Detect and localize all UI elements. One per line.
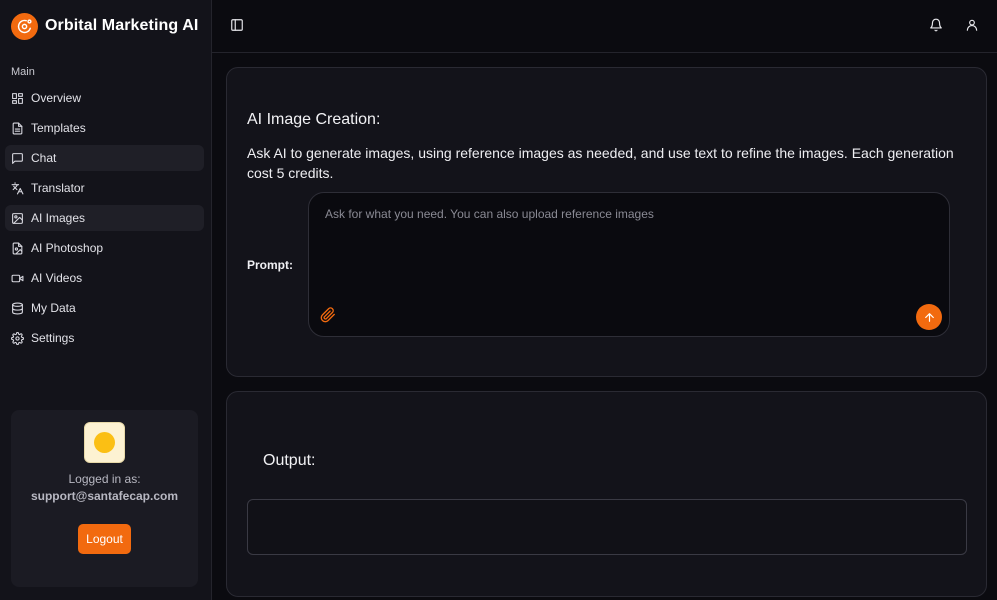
avatar-dot [94, 432, 115, 453]
sidebar-toggle-icon[interactable] [230, 18, 246, 34]
database-icon [11, 302, 24, 315]
topbar [212, 0, 997, 53]
prompt-label: Prompt: [247, 258, 293, 272]
sidebar-item-label: Templates [31, 121, 86, 135]
section-title: AI Image Creation: [247, 111, 381, 128]
sidebar-item-ai-images[interactable]: AI Images [5, 205, 204, 231]
sidebar-item-label: My Data [31, 301, 76, 315]
sidebar-item-templates[interactable]: Templates [5, 115, 204, 141]
brand[interactable]: Orbital Marketing AI [11, 12, 198, 40]
image-icon [11, 212, 24, 225]
sidebar-item-ai-videos[interactable]: AI Videos [5, 265, 204, 291]
grid-icon [11, 92, 24, 105]
sidebar-item-chat[interactable]: Chat [5, 145, 204, 171]
sidebar-item-translator[interactable]: Translator [5, 175, 204, 201]
nav-section-label: Main [11, 66, 35, 78]
brand-name: Orbital Marketing AI [45, 17, 199, 34]
prompt-input[interactable] [325, 207, 925, 297]
bell-icon[interactable] [929, 18, 945, 34]
avatar [84, 422, 125, 463]
sidebar-item-label: Overview [31, 91, 82, 105]
image-file-icon [11, 242, 24, 255]
prompt-box [308, 192, 950, 337]
sidebar-item-ai-photoshop[interactable]: AI Photoshop [5, 235, 204, 261]
send-button[interactable] [916, 304, 942, 330]
user-email: support@santafecap.com [30, 489, 179, 503]
sidebar-item-my-data[interactable]: My Data [5, 295, 204, 321]
document-icon [11, 122, 24, 135]
section-description: Ask AI to generate images, using referen… [247, 145, 954, 181]
sidebar-item-settings[interactable]: Settings [5, 325, 204, 351]
user-card: Logged in as: support@santafecap.com Log… [11, 410, 198, 587]
chat-icon [11, 152, 24, 165]
output-box [247, 499, 967, 555]
output-title: Output: [263, 452, 316, 469]
sidebar: Orbital Marketing AI Main Overview Templ… [0, 0, 212, 600]
sidebar-item-label: AI Images [31, 211, 86, 225]
gear-icon [11, 331, 24, 345]
sidebar-item-label: Settings [31, 331, 75, 345]
video-icon [11, 272, 24, 285]
arrow-up-icon [924, 312, 934, 322]
paperclip-icon[interactable] [320, 307, 338, 325]
sidebar-item-label: Chat [31, 151, 57, 165]
sidebar-item-overview[interactable]: Overview [5, 85, 204, 111]
orbit-logo-icon [11, 12, 38, 40]
user-icon[interactable] [965, 18, 981, 34]
logged-in-label: Logged in as: [68, 472, 141, 486]
image-creation-panel: AI Image Creation: Ask AI to generate im… [226, 67, 987, 377]
sidebar-nav: Overview Templates Chat Translator AI Im… [5, 85, 204, 355]
translate-icon [11, 182, 24, 195]
sidebar-item-label: AI Videos [31, 271, 83, 285]
output-panel: Output: [226, 391, 987, 597]
sidebar-item-label: AI Photoshop [31, 241, 104, 255]
sidebar-item-label: Translator [31, 181, 85, 195]
logout-button[interactable]: Logout [78, 524, 131, 554]
